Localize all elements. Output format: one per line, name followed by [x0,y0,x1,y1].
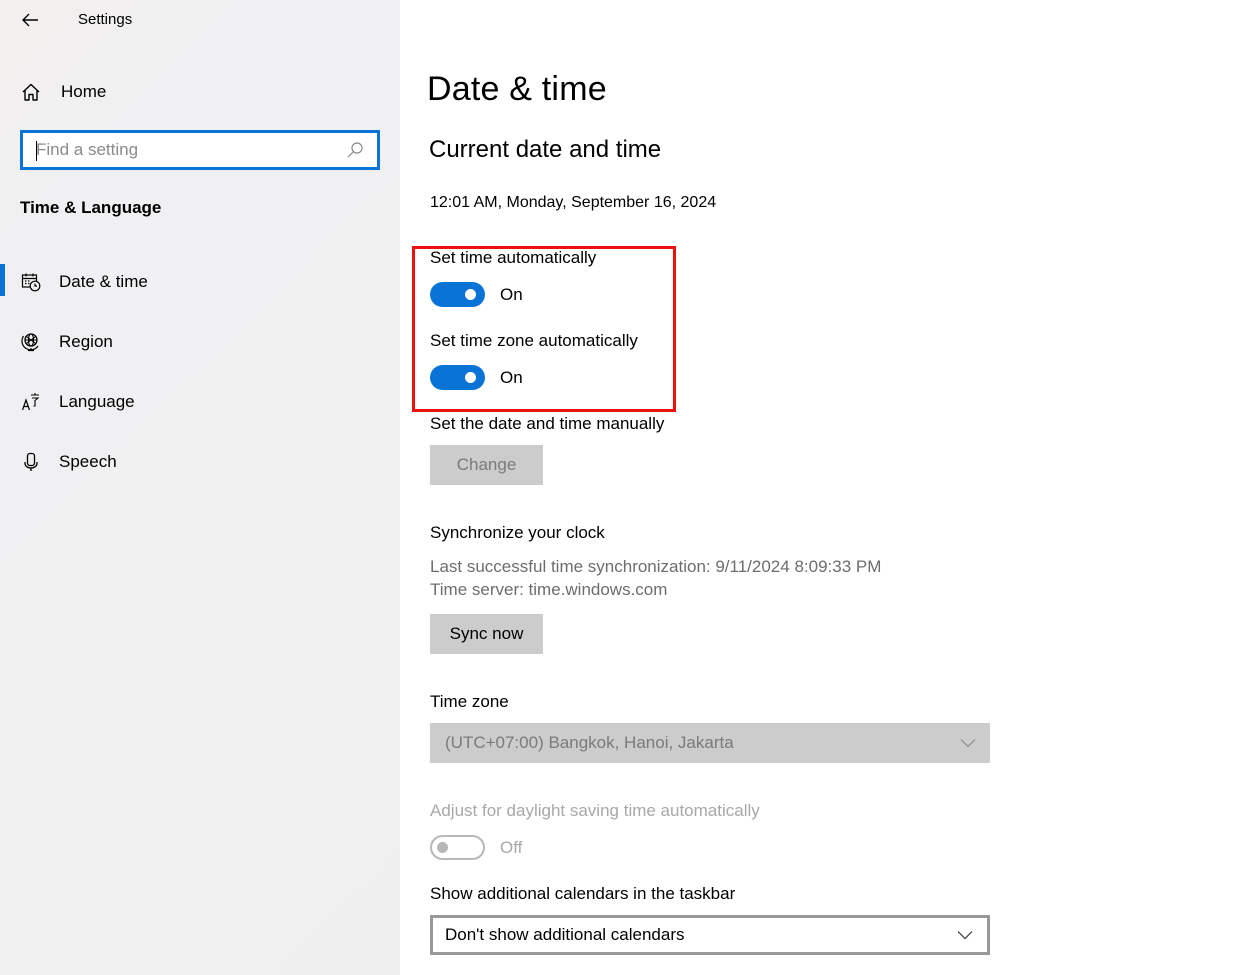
current-datetime: 12:01 AM, Monday, September 16, 2024 [430,194,717,211]
sync-clock-title: Synchronize your clock [430,523,605,542]
language-icon [20,391,42,413]
sidebar-item-label: Speech [59,452,117,471]
toggle-switch[interactable] [430,282,485,307]
toggle-state: On [500,284,523,304]
nav-list: Date & time Region Language Speech [0,262,400,482]
set-timezone-auto-label: Set time zone automatically [430,331,638,350]
calendar-clock-icon [20,271,42,293]
back-button[interactable] [18,8,42,32]
sidebar-item-label: Date & time [59,272,148,291]
app-title: Settings [78,11,133,28]
microphone-icon [20,451,42,473]
nav-home[interactable]: Home [20,78,106,106]
sync-now-button[interactable]: Sync now [430,614,543,654]
main-content: Date & time Current date and time 12:01 … [400,0,1237,975]
search-box[interactable] [20,130,380,170]
set-timezone-auto-toggle[interactable]: On [430,365,523,390]
section-current-date-time: Current date and time [429,136,662,163]
chevron-down-icon [958,733,978,753]
toggle-switch[interactable] [430,835,485,860]
time-zone-value: (UTC+07:00) Bangkok, Hanoi, Jakarta [445,733,734,752]
page-title: Date & time [427,70,607,108]
manual-date-time-label: Set the date and time manually [430,414,665,433]
last-sync-text: Last successful time synchronization: 9/… [430,557,882,576]
section-title: Time & Language [20,198,162,217]
search-icon[interactable] [343,138,367,162]
sidebar-item-date-time[interactable]: Date & time [0,262,400,302]
dst-toggle[interactable]: Off [430,835,522,860]
additional-calendars-value: Don't show additional calendars [445,925,685,944]
chevron-down-icon [955,925,975,945]
globe-icon [20,331,42,353]
toggle-state: Off [500,837,523,857]
back-arrow-icon [22,13,38,27]
toggle-knob [465,289,476,300]
dst-label: Adjust for daylight saving time automati… [430,801,760,820]
change-button[interactable]: Change [430,445,543,485]
time-server-text: Time server: time.windows.com [430,580,668,599]
set-time-auto-toggle[interactable]: On [430,282,523,307]
time-zone-label: Time zone [430,692,509,711]
additional-calendars-label: Show additional calendars in the taskbar [430,884,736,903]
additional-calendars-dropdown[interactable]: Don't show additional calendars [430,915,990,955]
sidebar-item-label: Region [59,332,113,351]
sidebar: Settings Home Time & Language [0,0,400,975]
search-input[interactable] [23,133,343,167]
sidebar-item-speech[interactable]: Speech [0,442,400,482]
time-zone-dropdown[interactable]: (UTC+07:00) Bangkok, Hanoi, Jakarta [430,723,990,763]
toggle-state: On [500,367,523,387]
home-icon [20,81,42,103]
sidebar-item-region[interactable]: Region [0,322,400,362]
toggle-switch[interactable] [430,365,485,390]
set-time-auto-label: Set time automatically [430,248,597,267]
text-cursor [36,141,37,161]
toggle-knob [465,372,476,383]
toggle-knob [437,842,448,853]
nav-home-label: Home [61,82,107,101]
sidebar-item-language[interactable]: Language [0,382,400,422]
sidebar-item-label: Language [59,392,135,411]
